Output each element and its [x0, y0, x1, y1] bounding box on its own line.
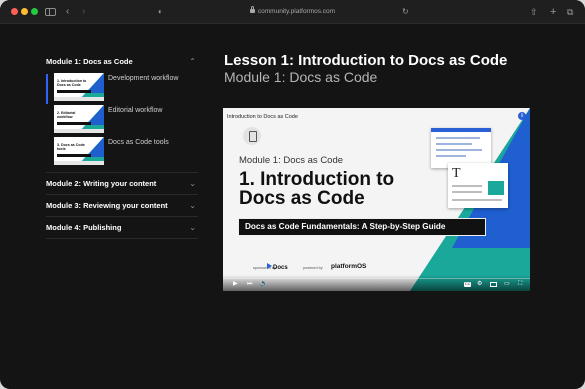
play-logo-icon	[267, 263, 272, 269]
video-progress-bar[interactable]	[223, 277, 530, 279]
document-illustration: T	[448, 163, 508, 208]
thumbnail-title: 1. Introduction to Docs as Code	[57, 79, 87, 87]
selected-lesson-indicator	[46, 74, 48, 104]
address-url: community.platformos.com	[257, 8, 336, 15]
thumbnail-title: 3. Docs as Code tools	[57, 143, 85, 151]
module-1-header[interactable]: Module 1: Docs as Code ⌃	[46, 52, 198, 72]
module-3-header[interactable]: Module 3: Reviewing your content ⌄	[46, 195, 198, 217]
thumbnail-banner	[57, 154, 91, 157]
video-player[interactable]: Introduction to Docs as Code i T Module …	[223, 108, 530, 291]
lesson-title: Lesson 1: Introduction to Docs as Code	[224, 52, 508, 69]
docs-logo-icon	[243, 127, 261, 145]
info-icon[interactable]: i	[518, 112, 526, 120]
chevron-up-icon: ⌃	[189, 57, 196, 66]
lesson-label[interactable]: Development workflow	[108, 74, 178, 84]
lesson-thumbnail[interactable]: 1. Introduction to Docs as Code	[54, 73, 104, 101]
lock-icon	[249, 6, 255, 13]
module-1-lessons: 1. Introduction to Docs as Code Developm…	[46, 72, 198, 168]
browser-window: ‹ › ◐ community.platformos.com ↻ ⇧ + ⧉ M…	[0, 0, 585, 389]
video-banner: Docs as Code Fundamentals: A Step-by-Ste…	[238, 218, 486, 236]
lesson-thumbnail[interactable]: 2. Editorial workflow	[54, 105, 104, 133]
text-t-icon: T	[452, 166, 461, 181]
video-top-title[interactable]: Introduction to Docs as Code	[227, 114, 298, 120]
lesson-thumbnail[interactable]: 3. Docs as Code tools	[54, 137, 104, 165]
thumbnail-footer	[54, 129, 104, 133]
cast-icon[interactable]: ▭	[504, 281, 510, 288]
lesson-label[interactable]: Editorial workflow	[108, 106, 162, 116]
chevron-down-icon: ⌄	[189, 179, 196, 188]
thumbnail-footer	[54, 97, 104, 101]
lesson-item[interactable]: 1. Introduction to Docs as Code Developm…	[54, 72, 198, 104]
course-sidebar: Module 1: Docs as Code ⌃ 1. Introduction…	[46, 52, 198, 239]
document-line	[436, 149, 482, 151]
document-line	[452, 199, 502, 201]
reload-icon[interactable]: ↻	[402, 5, 409, 19]
thumbnail-title: 2. Editorial workflow	[57, 111, 76, 119]
lesson-label[interactable]: Docs as Code tools	[108, 138, 169, 148]
document-line	[436, 137, 480, 139]
lesson-item[interactable]: 2. Editorial workflow Editorial workflow	[54, 104, 198, 136]
document-header	[431, 128, 491, 132]
settings-icon[interactable]: ⚙	[477, 281, 482, 288]
chevron-down-icon: ⌄	[189, 201, 196, 210]
volume-icon[interactable]: 🔊	[260, 281, 267, 288]
powered-label: powered by	[303, 266, 323, 270]
new-tab-icon[interactable]: +	[550, 5, 556, 19]
share-icon[interactable]: ⇧	[530, 5, 538, 19]
document-illustration	[431, 128, 491, 168]
address-bar[interactable]: community.platformos.com	[0, 6, 585, 18]
thumbnail-footer	[54, 161, 104, 165]
next-icon[interactable]: ⏭	[247, 281, 252, 288]
platformos-logo: platformOS	[331, 263, 367, 270]
play-icon[interactable]: ▶	[233, 281, 238, 288]
document-line	[452, 191, 482, 193]
lesson-item[interactable]: 3. Docs as Code tools Docs as Code tools	[54, 136, 198, 168]
thumbnail-banner	[57, 90, 91, 93]
module-2-title: Module 2: Writing your content	[46, 179, 157, 188]
fullscreen-icon[interactable]: ⛶	[518, 281, 522, 288]
sponsor-logo: Docs	[267, 263, 288, 271]
sponsor-name: Docs	[273, 265, 288, 271]
video-module-label: Module 1: Docs as Code	[239, 155, 344, 166]
thumbnail-banner	[57, 122, 91, 125]
module-subtitle: Module 1: Docs as Code	[224, 69, 378, 85]
module-4-title: Module 4: Publishing	[46, 223, 122, 232]
document-line	[436, 155, 466, 157]
video-title: 1. Introduction to Docs as Code	[239, 169, 395, 209]
module-1-title: Module 1: Docs as Code	[46, 57, 133, 66]
module-4-header[interactable]: Module 4: Publishing ⌄	[46, 217, 198, 239]
miniplayer-icon[interactable]	[490, 282, 497, 287]
module-3-title: Module 3: Reviewing your content	[46, 201, 168, 210]
document-line	[452, 185, 482, 187]
chevron-down-icon: ⌄	[189, 223, 196, 232]
document-line	[436, 143, 472, 145]
browser-titlebar: ‹ › ◐ community.platformos.com ↻ ⇧ + ⧉	[0, 0, 585, 24]
image-icon	[488, 181, 504, 195]
captions-button[interactable]: CC	[464, 282, 472, 287]
module-2-header[interactable]: Module 2: Writing your content ⌄	[46, 173, 198, 195]
tab-overview-icon[interactable]: ⧉	[567, 5, 573, 19]
